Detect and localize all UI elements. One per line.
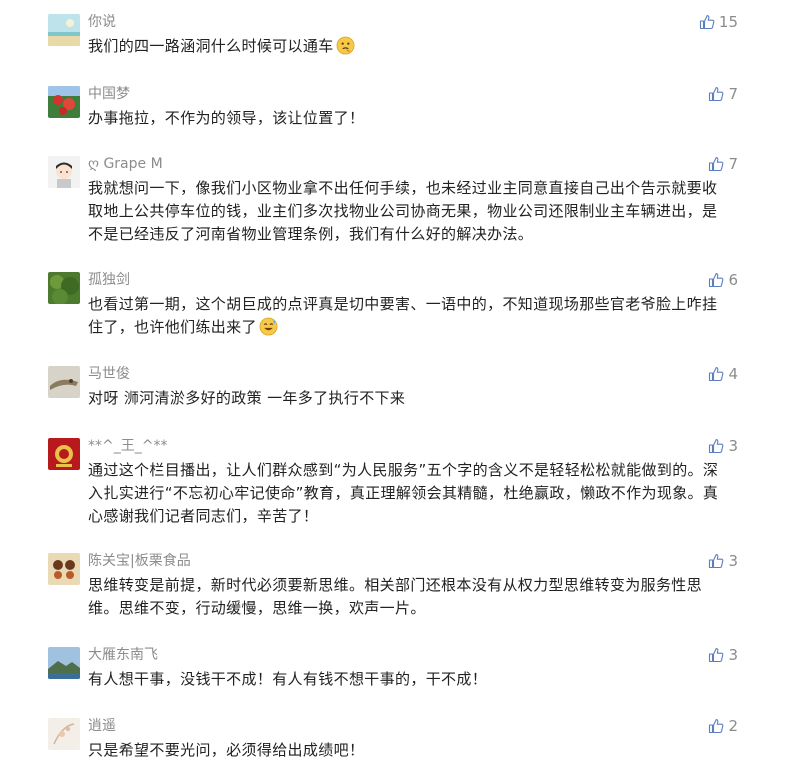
like-button[interactable]: 3: [708, 436, 738, 456]
thumbs-up-icon: [708, 438, 724, 454]
like-button[interactable]: 7: [708, 84, 738, 104]
avatar[interactable]: [48, 86, 80, 118]
like-button[interactable]: 3: [708, 551, 738, 571]
avatar[interactable]: [48, 272, 80, 304]
like-button[interactable]: 4: [708, 364, 738, 384]
comment-text-body: 也看过第一期，这个胡巨成的点评真是切中要害、一语中的，不知道现场那些官老爷脸上咋…: [88, 295, 718, 336]
thumbs-up-icon: [708, 272, 724, 288]
like-button[interactable]: 6: [708, 270, 738, 290]
like-button[interactable]: 3: [708, 645, 738, 665]
comment-text: 通过这个栏目播出，让人们群众感到“为人民服务”五个字的含义不是轻轻松松就能做到的…: [88, 461, 719, 525]
like-count: 7: [728, 85, 738, 103]
grinning-sweat-icon: [259, 317, 278, 336]
commenter-name[interactable]: 陈关宝|板栗食品: [88, 551, 191, 571]
avatar[interactable]: [48, 156, 80, 188]
like-count: 4: [728, 365, 738, 383]
commenter-name[interactable]: 孤独剑: [88, 270, 130, 290]
comment-text: 思维转变是前提，新时代必须要新思维。相关部门还根本没有从权力型思维转变为服务性思…: [88, 576, 703, 617]
like-button[interactable]: 15: [699, 12, 738, 32]
commenter-name[interactable]: 你说: [88, 12, 116, 32]
commenter-name[interactable]: **^_王_^**: [88, 436, 167, 456]
comment-text-body: 我们的四一路涵洞什么时候可以通车: [88, 37, 334, 55]
comment-text: 有人想干事，没钱干不成！有人有钱不想干事的，干不成！: [88, 670, 488, 688]
avatar[interactable]: [48, 366, 80, 398]
comment-text: 办事拖拉，不作为的领导，该让位置了！: [88, 109, 365, 127]
comment-text: 我就想问一下，像我们小区物业拿不出任何手续，也未经过业主同意直接自己出个告示就要…: [88, 179, 718, 243]
commenter-name[interactable]: 大雁东南飞: [88, 645, 158, 665]
commenter-name[interactable]: 马世俊: [88, 364, 130, 384]
thumbs-up-icon: [699, 14, 715, 30]
like-count: 3: [728, 437, 738, 455]
like-count: 6: [728, 271, 738, 289]
thumbs-up-icon: [708, 718, 724, 734]
thumbs-up-icon: [708, 553, 724, 569]
thumbs-up-icon: [708, 86, 724, 102]
avatar[interactable]: [48, 718, 80, 750]
thumbs-up-icon: [708, 156, 724, 172]
thumbs-up-icon: [708, 366, 724, 382]
comment-list: 你说 15 我们的四一路涵洞什么时候可以通车 中国梦 7 办事拖拉，不作为的领导…: [0, 0, 788, 769]
like-button[interactable]: 2: [708, 716, 738, 736]
avatar[interactable]: [48, 438, 80, 470]
commenter-name[interactable]: 中国梦: [88, 84, 130, 104]
like-count: 3: [728, 646, 738, 664]
like-count: 3: [728, 552, 738, 570]
comment-text: 我们的四一路涵洞什么时候可以通车: [88, 35, 728, 58]
comment-text: 对呀 浉河清淤多好的政策 一年多了执行不下来: [88, 389, 406, 407]
like-count: 15: [718, 13, 738, 31]
commenter-name[interactable]: 逍遥: [88, 716, 116, 736]
like-button[interactable]: 7: [708, 154, 738, 174]
comment-text: 也看过第一期，这个胡巨成的点评真是切中要害、一语中的，不知道现场那些官老爷脸上咋…: [88, 293, 728, 339]
thinking-face-icon: [336, 36, 355, 55]
avatar[interactable]: [48, 14, 80, 46]
commenter-name[interactable]: ღ Grape M: [88, 154, 163, 174]
comment-text: 只是希望不要光问，必须得给出成绩吧！: [88, 741, 365, 759]
avatar[interactable]: [48, 553, 80, 585]
avatar[interactable]: [48, 647, 80, 679]
like-count: 2: [728, 717, 738, 735]
like-count: 7: [728, 155, 738, 173]
thumbs-up-icon: [708, 647, 724, 663]
